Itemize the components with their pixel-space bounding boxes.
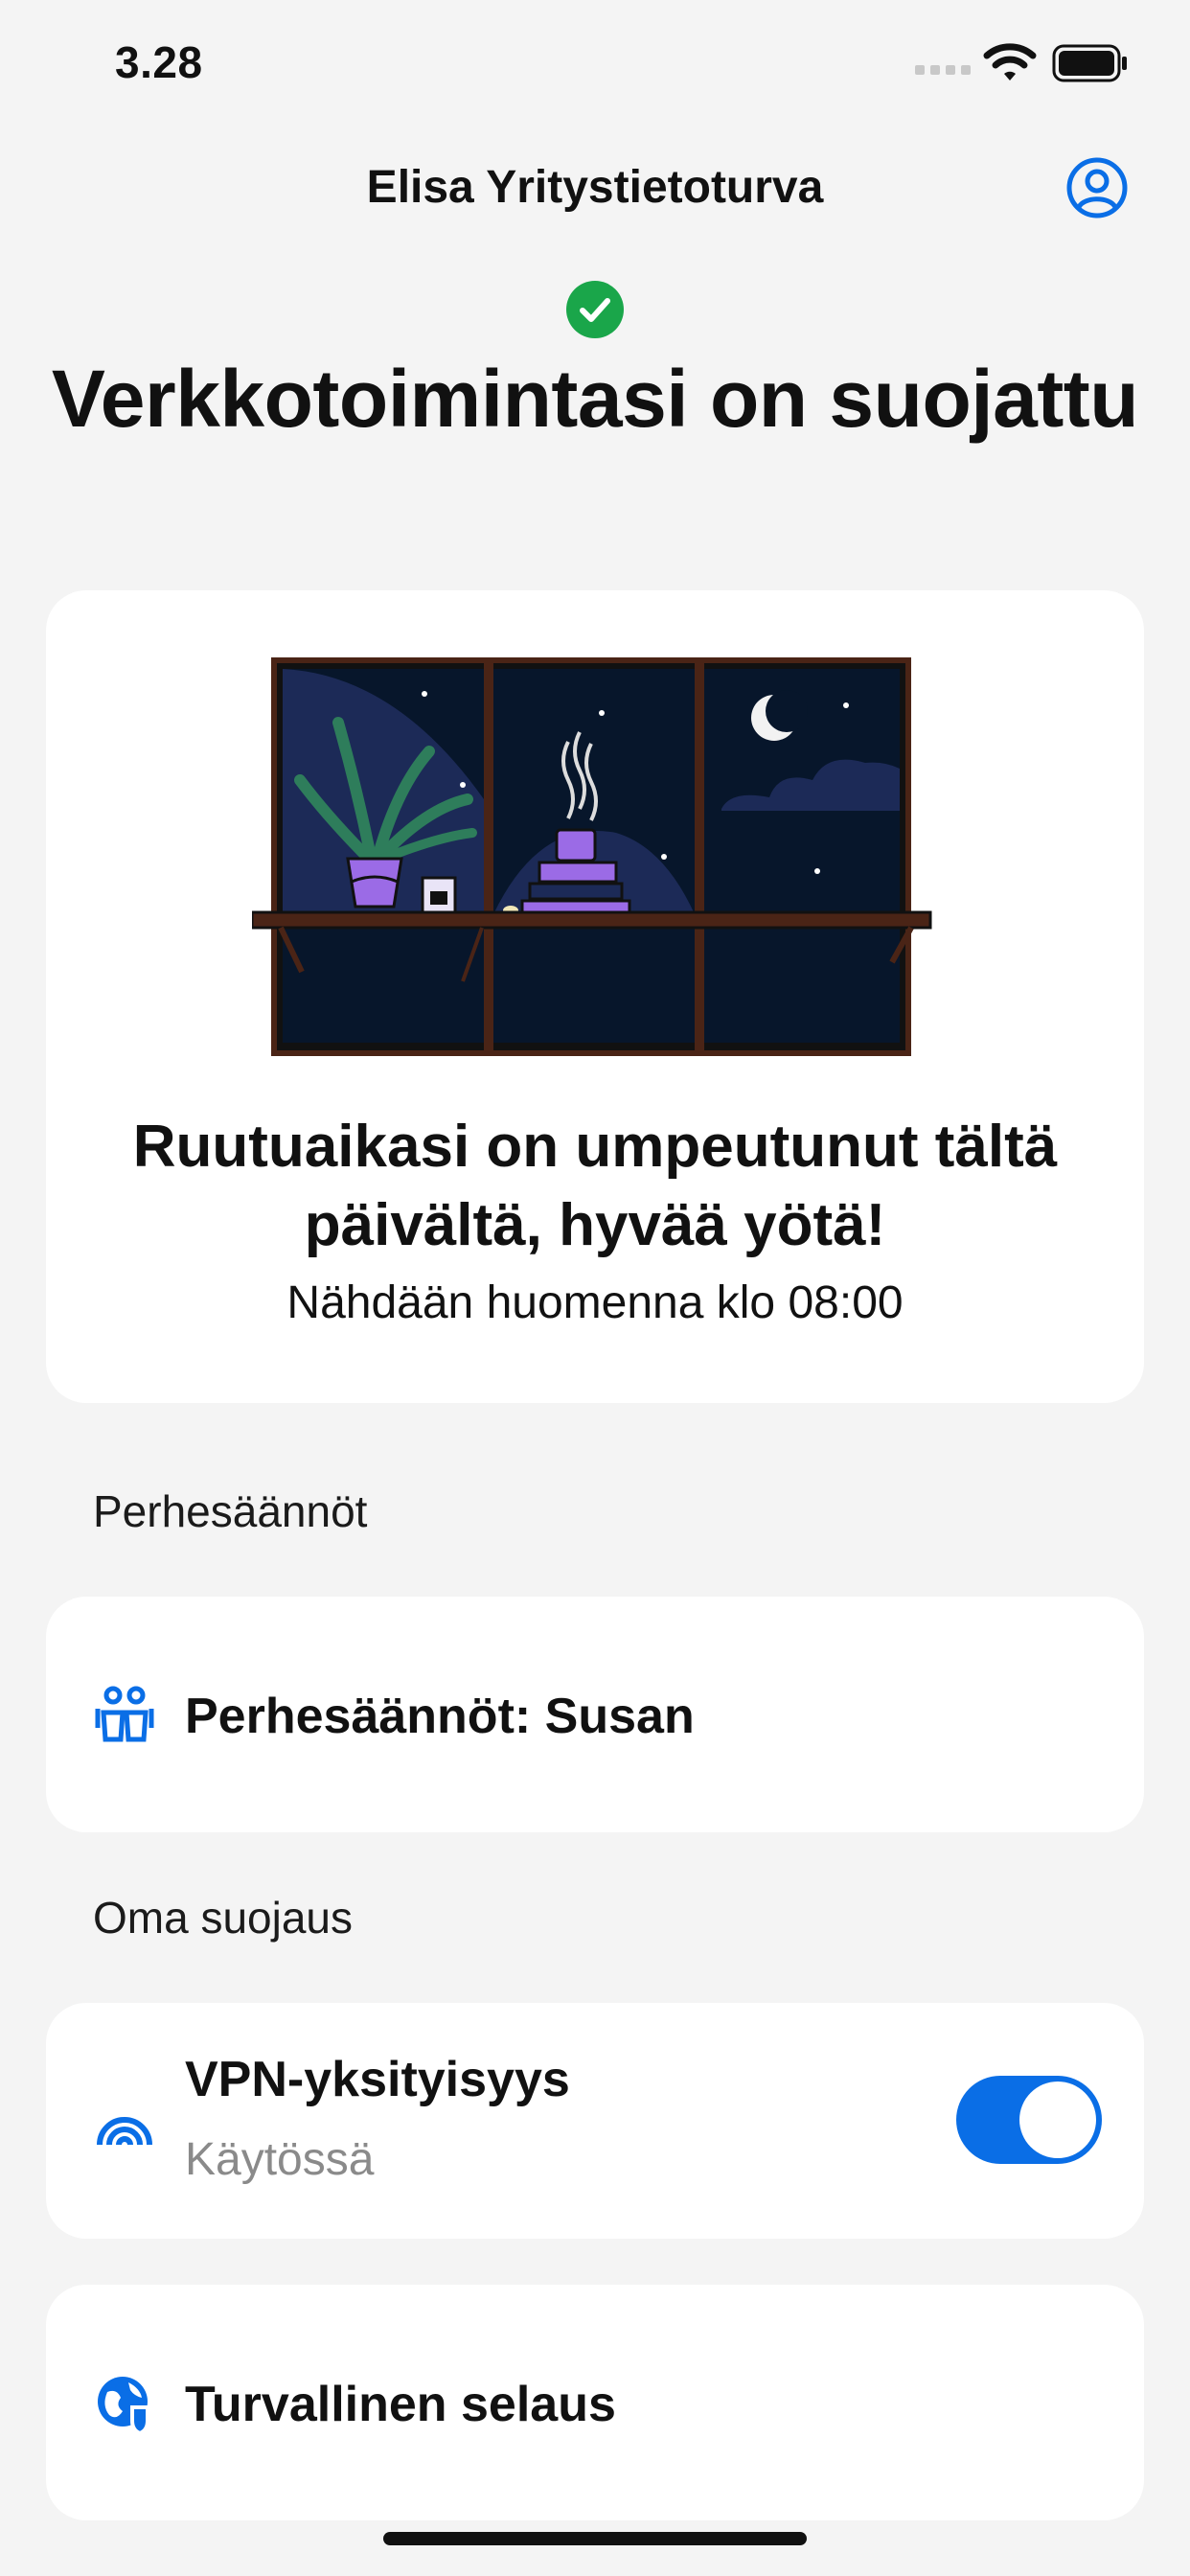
wifi-icon	[983, 43, 1037, 80]
safe-browsing-label: Turvallinen selaus	[185, 2377, 616, 2432]
vpn-icon	[97, 2117, 152, 2146]
vpn-status: Käytössä	[185, 2134, 375, 2185]
family-rules-label: Perhesäännöt: Susan	[185, 1689, 695, 1744]
battery-icon	[1052, 44, 1127, 82]
vpn-item[interactable]: VPN-yksityisyys Käytössä	[46, 2003, 1144, 2239]
globe-shield-icon	[98, 2377, 149, 2434]
family-icon	[95, 1686, 154, 1742]
profile-icon[interactable]	[1065, 156, 1129, 219]
screen-time-subtitle: Nähdään huomenna klo 08:00	[286, 1277, 904, 1328]
status-time: 3.28	[115, 37, 203, 87]
app-title: Elisa Yritystietoturva	[366, 162, 824, 213]
screen-time-card: Ruutuaikasi on umpeutunut tältä päivältä…	[46, 590, 1144, 1403]
safe-browsing-item[interactable]: Turvallinen selaus	[46, 2285, 1144, 2520]
status-bar: 3.28	[0, 0, 1190, 125]
section-label-family-rules: Perhesäännöt	[93, 1486, 368, 1536]
home-indicator[interactable]	[383, 2532, 807, 2545]
section-label-own-protection: Oma suojaus	[93, 1893, 354, 1943]
page-title: Verkkotoimintasi on suojattu	[51, 354, 1139, 444]
signal-icon	[915, 65, 971, 75]
night-window-illustration	[252, 657, 932, 1056]
vpn-toggle[interactable]	[956, 2076, 1102, 2164]
vpn-toggle-knob	[1019, 2082, 1096, 2158]
check-icon	[566, 281, 624, 338]
screen-time-title: Ruutuaikasi on umpeutunut tältä päivältä…	[132, 1114, 1058, 1258]
vpn-label: VPN-yksityisyys	[185, 2052, 570, 2107]
family-rules-item[interactable]: Perhesäännöt: Susan	[46, 1597, 1144, 1832]
